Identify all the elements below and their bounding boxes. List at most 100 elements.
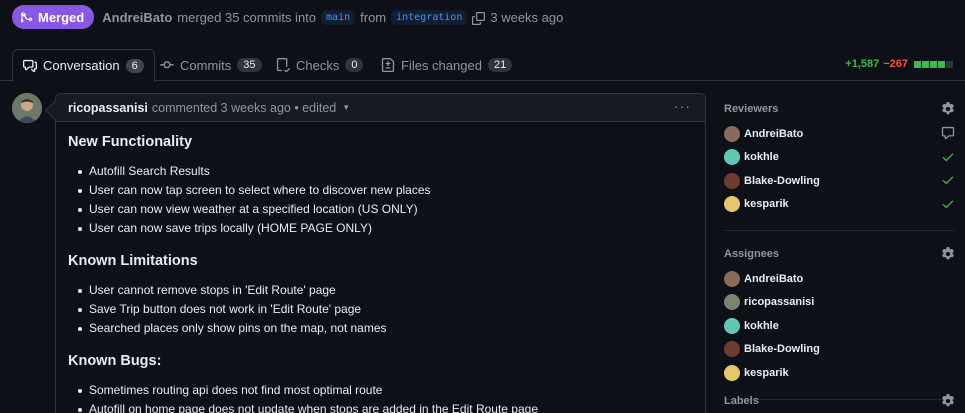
diffstat-block [922,60,929,68]
person-name: Blake-Dowling [744,343,820,356]
check-icon [941,173,955,187]
pr-tabs: Conversation 6 Commits 35 Checks 0 Files… [0,47,965,82]
merge-author-link[interactable]: AndreiBato [102,10,172,25]
sidebar-person[interactable]: ricopassanisi [724,291,955,315]
gear-icon[interactable] [941,394,955,408]
avatar [724,149,740,166]
diffstat-block [946,60,953,68]
merged-badge-label: Merged [38,9,85,25]
comment-icon [941,126,955,140]
check-icon [941,150,955,164]
list-item: Searched places only show pins on the ma… [68,319,693,338]
diffstat-deletions: −267 [883,58,908,70]
tab-files-changed-label: Files changed [401,57,482,73]
merge-time: 3 weeks ago [490,9,564,25]
labels-section: Labels [724,392,955,413]
reviewers-title[interactable]: Reviewers [724,100,955,118]
list-item: User can now view weather at a specified… [68,200,693,219]
diffstat-blocks [914,60,953,68]
assignees-title[interactable]: Assignees [724,245,955,263]
sidebar-person[interactable]: Blake-Dowling [724,338,955,362]
diffstat[interactable]: +1,587 −267 [845,58,953,70]
comment-body: New Functionality Autofill Search Results… [56,122,705,413]
checks-icon [276,58,290,72]
gear-icon[interactable] [941,247,955,261]
sidebar-person[interactable]: Blake-Dowling [724,169,955,193]
labels-title[interactable]: Labels [724,392,955,410]
person-name: Blake-Dowling [744,174,820,187]
tab-commits[interactable]: Commits 35 [150,49,272,81]
assignees-section: Assignees AndreiBato ricopassanisi kokhle B… [724,245,955,400]
diffstat-block [930,60,937,68]
person-name: kesparik [744,366,789,379]
merge-text-commits: merged 35 commits into [177,9,317,25]
sidebar-person[interactable]: kesparik [724,193,955,217]
list-item: User can now tap screen to select where … [68,181,693,200]
reviewers-section: Reviewers AndreiBato kokhle Blake-Dowling k… [724,100,955,231]
list-item: Save Trip button does not work in 'Edit … [68,300,693,319]
person-name: AndreiBato [744,272,804,285]
tab-files-changed[interactable]: Files changed 21 [371,49,522,81]
avatar [724,317,740,334]
tab-checks[interactable]: Checks 0 [266,49,373,81]
list-item: User cannot remove stops in 'Edit Route'… [68,281,693,300]
sidebar-person[interactable]: AndreiBato [724,122,955,146]
tab-checks-count: 0 [345,58,364,72]
person-name: kokhle [744,319,779,332]
head-branch[interactable]: integration [391,9,468,25]
merge-summary: AndreiBato merged 35 commits into main f… [102,9,564,25]
tab-commits-label: Commits [180,57,232,73]
kebab-menu-icon[interactable]: ··· [674,98,691,114]
diffstat-block [938,60,945,68]
sidebar-person[interactable]: kokhle [724,314,955,338]
avatar [724,196,740,213]
sidebar-person[interactable]: kesparik [724,361,955,385]
list-item: Sometimes routing api does not find most… [68,381,693,400]
tab-conversation[interactable]: Conversation 6 [12,49,155,82]
section-heading: Known Limitations [68,253,198,269]
commit-icon [160,61,174,69]
file-diff-icon [381,58,395,72]
list-item: User can now save trips locally (HOME PA… [68,219,693,238]
comment-box: ricopassanisi commented 3 weeks ago • ed… [55,93,706,413]
sidebar-person[interactable]: kokhle [724,146,955,170]
check-icon [941,197,955,211]
bullet-list: Sometimes routing api does not find most… [68,381,693,413]
avatar[interactable] [12,93,42,123]
tab-files-changed-count: 21 [487,58,513,72]
tab-conversation-count: 6 [125,58,144,73]
comment-author-link[interactable]: ricopassanisi [68,101,148,115]
sidebar: Reviewers AndreiBato kokhle Blake-Dowling k… [724,100,955,413]
merge-text-from: from [360,9,387,25]
person-name: kokhle [744,151,779,164]
copy-icon[interactable] [472,9,486,25]
sidebar-person[interactable]: AndreiBato [724,267,955,291]
pr-status-header: Merged AndreiBato merged 35 commits into… [12,5,563,29]
section-heading: Known Bugs: [68,353,162,369]
person-name: AndreiBato [744,127,804,140]
avatar [724,270,740,287]
avatar [724,294,740,311]
diffstat-block [914,60,921,68]
avatar [724,364,740,381]
base-branch[interactable]: main [321,9,356,25]
tab-conversation-label: Conversation [43,58,120,73]
comment-meta[interactable]: commented 3 weeks ago • edited [152,101,336,115]
assignees-list: AndreiBato ricopassanisi kokhle Blake-Dowli… [724,267,955,385]
person-name: ricopassanisi [744,296,815,309]
tab-commits-count: 35 [237,58,262,72]
chevron-down-icon[interactable]: ▼ [342,103,350,112]
avatar [724,172,740,189]
conversation-icon [23,59,37,72]
section-heading: New Functionality [68,134,193,150]
list-item: Autofill on home page does not update wh… [68,400,693,413]
comment-header: ricopassanisi commented 3 weeks ago • ed… [56,94,705,122]
git-merge-icon [21,12,33,23]
diffstat-additions: +1,587 [845,58,880,70]
merged-badge: Merged [12,5,95,29]
gear-icon[interactable] [941,102,955,116]
avatar [724,341,740,358]
reviewers-list: AndreiBato kokhle Blake-Dowling kesparik [724,122,955,216]
tab-checks-label: Checks [296,57,340,73]
bullet-list: Autofill Search Results User can now tap … [68,162,693,238]
